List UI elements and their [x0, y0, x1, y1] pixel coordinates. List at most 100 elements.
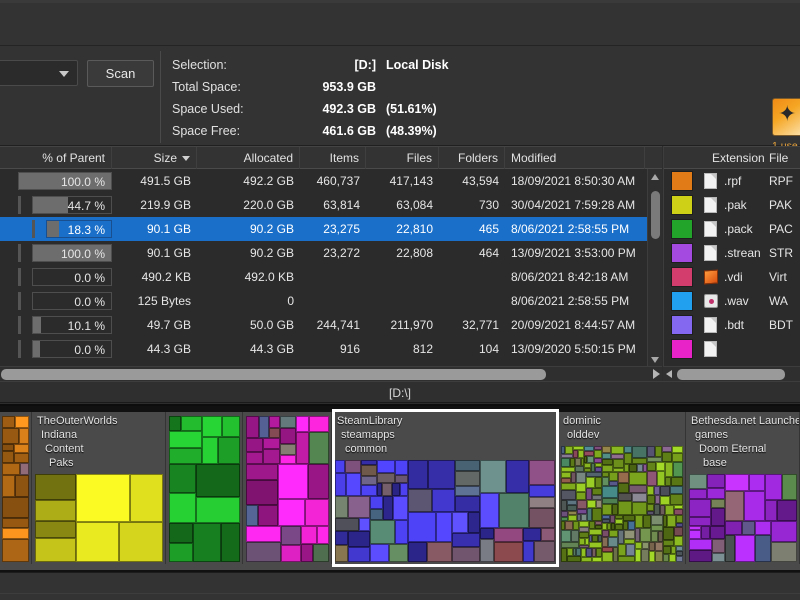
treemap-tile[interactable]: [640, 528, 651, 542]
treemap-tile[interactable]: [345, 460, 361, 473]
treemap-tile[interactable]: [523, 528, 541, 541]
treemap-tile[interactable]: [395, 475, 408, 483]
treemap-tile[interactable]: [567, 556, 581, 562]
treemap-tile[interactable]: [635, 515, 643, 528]
treemap-tile[interactable]: [35, 538, 76, 562]
treemap-tile[interactable]: [2, 463, 20, 475]
treemap-tile[interactable]: [529, 460, 555, 485]
treemap-tile[interactable]: [655, 542, 663, 551]
treemap-tile[interactable]: [193, 523, 221, 562]
treemap-tile[interactable]: [480, 493, 499, 528]
grid-column-header[interactable]: Size: [112, 147, 197, 169]
treemap-tile[interactable]: [169, 543, 193, 562]
treemap-tile[interactable]: [655, 446, 662, 457]
treemap-tile[interactable]: [624, 530, 635, 539]
treemap-tile[interactable]: [744, 491, 765, 521]
treemap-tile[interactable]: [280, 428, 296, 444]
treemap-tile[interactable]: [246, 505, 258, 526]
treemap-tile[interactable]: [594, 450, 602, 458]
treemap-tile[interactable]: [632, 493, 647, 502]
treemap-tile[interactable]: [629, 485, 647, 493]
treemap-tile[interactable]: [393, 496, 408, 520]
treemap-tile[interactable]: [660, 496, 670, 505]
treemap-tile[interactable]: [169, 431, 202, 448]
treemap-tile[interactable]: [742, 521, 755, 535]
treemap-tile[interactable]: [632, 502, 647, 515]
treemap-tile[interactable]: [335, 545, 348, 562]
treemap-tile[interactable]: [749, 474, 765, 491]
treemap-tile[interactable]: [662, 452, 672, 462]
treemap-tile[interactable]: [771, 521, 797, 542]
table-row[interactable]: 0.0 %490.2 KB492.0 KB8/06/2021 8:42:18 A…: [0, 265, 662, 289]
treemap-tile[interactable]: [641, 549, 649, 562]
treemap-tile[interactable]: [689, 550, 712, 562]
treemap-group[interactable]: [167, 412, 243, 564]
treemap-tile[interactable]: [651, 515, 663, 525]
treemap-tile[interactable]: [669, 554, 676, 562]
treemap-tile[interactable]: [647, 495, 655, 504]
treemap-tile[interactable]: [408, 542, 427, 562]
treemap-tile[interactable]: [689, 499, 711, 517]
treemap-tile[interactable]: [667, 515, 676, 527]
treemap-tile[interactable]: [468, 512, 480, 533]
treemap-tile[interactable]: [561, 483, 576, 490]
treemap-tile[interactable]: [196, 464, 240, 497]
treemap-tile[interactable]: [561, 490, 576, 500]
treemap-tile[interactable]: [169, 523, 193, 543]
treemap-tile[interactable]: [169, 448, 202, 464]
extension-column-header[interactable]: Extension: [712, 147, 765, 169]
treemap-tile[interactable]: [595, 477, 602, 488]
treemap-tile[interactable]: [676, 515, 683, 523]
treemap-tile[interactable]: [647, 446, 655, 457]
treemap-tile[interactable]: [452, 547, 480, 562]
treemap-tile[interactable]: [395, 460, 408, 475]
treemap-tile[interactable]: [561, 458, 570, 467]
treemap-tile[interactable]: [35, 521, 76, 538]
treemap-tile[interactable]: [647, 504, 654, 511]
treemap-tile[interactable]: [565, 446, 573, 454]
treemap-tile[interactable]: [309, 416, 329, 432]
treemap-tile[interactable]: [689, 530, 701, 539]
treemap-tile[interactable]: [455, 471, 480, 486]
table-row[interactable]: 100.0 %491.5 GB492.2 GB460,737417,14343,…: [0, 169, 662, 193]
treemap-tile[interactable]: [725, 474, 749, 491]
treemap-tile[interactable]: [317, 526, 329, 544]
treemap-tile[interactable]: [370, 544, 389, 562]
treemap-tile[interactable]: [2, 451, 14, 463]
treemap-tile[interactable]: [671, 477, 683, 486]
treemap-tile[interactable]: [400, 483, 408, 496]
treemap-tile[interactable]: [602, 446, 611, 453]
table-row[interactable]: 18.3 %90.1 GB90.2 GB23,27522,8104658/06/…: [0, 217, 662, 241]
treemap-tile[interactable]: [499, 493, 529, 528]
treemap-tile[interactable]: [565, 521, 573, 530]
treemap-tile[interactable]: [392, 483, 400, 496]
table-row[interactable]: 0.0 %44.3 GB44.3 GB91681210413/09/2020 5…: [0, 337, 662, 361]
treemap-tile[interactable]: [382, 483, 392, 496]
treemap-tile[interactable]: [14, 444, 29, 453]
treemap-tile[interactable]: [660, 486, 670, 496]
treemap-tile[interactable]: [651, 531, 658, 542]
treemap-tile[interactable]: [663, 527, 674, 540]
treemap-tile[interactable]: [280, 455, 296, 464]
treemap-tile[interactable]: [656, 462, 665, 471]
treemap-tile[interactable]: [14, 453, 29, 463]
treemap-tile[interactable]: [2, 528, 29, 539]
treemap-tile[interactable]: [624, 453, 632, 464]
treemap-tile[interactable]: [707, 474, 725, 488]
treemap-tile[interactable]: [377, 460, 395, 473]
treemap-tile[interactable]: [581, 557, 592, 562]
treemap-tile[interactable]: [2, 428, 19, 444]
table-row[interactable]: 100.0 %90.1 GB90.2 GB23,27222,80846413/0…: [0, 241, 662, 265]
list-item[interactable]: .wavWA: [664, 289, 800, 313]
treemap-tile[interactable]: [408, 489, 432, 512]
treemap-tile[interactable]: [278, 464, 308, 499]
scroll-down-icon[interactable]: [648, 352, 663, 367]
treemap-tile[interactable]: [222, 416, 240, 437]
treemap-tile[interactable]: [712, 553, 725, 562]
treemap-tile[interactable]: [408, 512, 436, 542]
treemap-tile[interactable]: [480, 528, 494, 539]
treemap-tile[interactable]: [657, 471, 665, 486]
treemap-tile[interactable]: [370, 509, 383, 520]
treemap-tile[interactable]: [571, 530, 579, 542]
grid-column-header[interactable]: Items: [300, 147, 366, 169]
